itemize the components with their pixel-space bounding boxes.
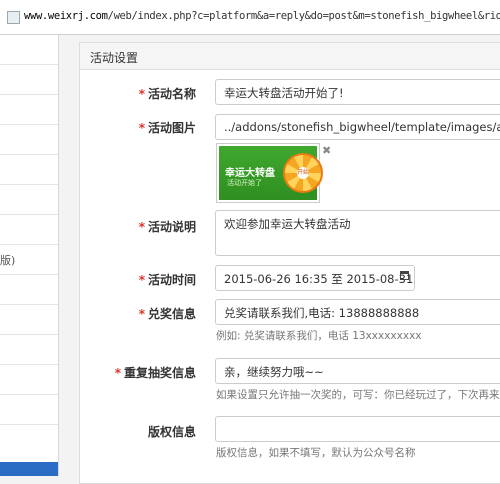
activity-name-input[interactable]: 幸运大转盘活动开始了! <box>215 79 500 105</box>
activity-time-range-input[interactable]: 2015-06-26 16:35 至 2015-08-31 16:35 <box>215 265 415 291</box>
activity-image-label: * 活动图片 <box>80 119 196 136</box>
copyright-label: 版权信息 <box>80 423 196 440</box>
sidebar-item[interactable] <box>0 65 58 95</box>
page-icon <box>7 11 20 24</box>
calendar-icon[interactable] <box>400 271 409 280</box>
activity-image-thumbnail: 幸运大转盘 活动开始了 开始 <box>216 143 323 203</box>
activity-desc-label: * 活动说明 <box>80 218 196 235</box>
prize-info-label: * 兑奖信息 <box>80 305 196 322</box>
url-path: /web/index.php?c=platform&a=reply&do=pos… <box>107 10 500 22</box>
sidebar-item-label: 版) <box>0 254 16 267</box>
required-mark: * <box>138 121 145 135</box>
browser-address-bar[interactable]: www.weixrj.com/web/index.php?c=platform&… <box>0 0 500 35</box>
required-mark: * <box>114 366 121 380</box>
sidebar-item[interactable] <box>0 155 58 185</box>
activity-desc-textarea[interactable]: 欢迎参加幸运大转盘活动 <box>215 210 500 256</box>
wheel-hub: 开始 <box>297 167 309 179</box>
sidebar-item[interactable] <box>0 305 58 335</box>
sidebar-item[interactable] <box>0 335 58 365</box>
panel-header: 活动设置 <box>80 43 500 70</box>
thumbnail-subtitle: 活动开始了 <box>227 179 262 187</box>
remove-image-icon[interactable]: ✖ <box>322 144 331 157</box>
activity-name-label: * 活动名称 <box>80 85 196 102</box>
sidebar-item[interactable] <box>0 215 58 245</box>
sidebar-item[interactable] <box>0 395 58 425</box>
range-separator: 至 <box>331 272 343 286</box>
sidebar-active-bar[interactable] <box>0 462 58 476</box>
wheel-icon: 开始 <box>283 153 323 193</box>
repeat-info-help: 如果设置只允许抽一次奖的，可写：你已经玩过了，下次再来。 如 <box>216 389 500 401</box>
sidebar-item[interactable] <box>0 185 58 215</box>
label-text: 活动说明 <box>147 220 196 234</box>
sidebar-item[interactable] <box>0 125 58 155</box>
sidebar-item[interactable] <box>0 275 58 305</box>
required-mark: * <box>138 220 145 234</box>
label-text: 兑奖信息 <box>147 307 196 321</box>
prize-info-input[interactable]: 兑奖请联系我们,电话: 13888888888 <box>215 299 500 325</box>
sidebar: 版) <box>0 35 59 476</box>
copyright-help: 版权信息，如果不填写，默认为公众号名称 <box>216 447 416 459</box>
thumbnail-title: 幸运大转盘 <box>225 168 275 179</box>
url-host: www.weixrj.com <box>24 10 108 22</box>
sidebar-item[interactable]: 版) <box>0 245 58 275</box>
label-text: 重复抽奖信息 <box>123 366 196 380</box>
start-time: 2015-06-26 16:35 <box>224 272 328 286</box>
sidebar-item[interactable] <box>0 95 58 125</box>
activity-image-path-input[interactable]: ../addons/stonefish_bigwheel/template/im… <box>215 114 500 140</box>
repeat-info-input[interactable]: 亲，继续努力哦~~ <box>215 358 500 384</box>
activity-time-label: * 活动时间 <box>80 271 196 288</box>
sidebar-item[interactable] <box>0 365 58 395</box>
required-mark: * <box>138 87 145 101</box>
label-text: 活动名称 <box>147 87 196 101</box>
sidebar-item[interactable] <box>0 35 58 65</box>
required-mark: * <box>138 307 145 321</box>
label-text: 活动时间 <box>147 273 196 287</box>
label-text: 版权信息 <box>147 425 196 439</box>
label-text: 活动图片 <box>147 121 196 135</box>
repeat-info-label: * 重复抽奖信息 <box>80 364 196 381</box>
prize-info-help: 例如: 兑奖请联系我们，电话 13xxxxxxxxx <box>216 330 422 342</box>
thumbnail-image: 幸运大转盘 活动开始了 开始 <box>219 146 323 200</box>
required-mark: * <box>138 273 145 287</box>
copyright-input[interactable] <box>215 416 500 442</box>
panel-title: 活动设置 <box>90 51 139 65</box>
address-url[interactable]: www.weixrj.com/web/index.php?c=platform&… <box>24 10 500 22</box>
